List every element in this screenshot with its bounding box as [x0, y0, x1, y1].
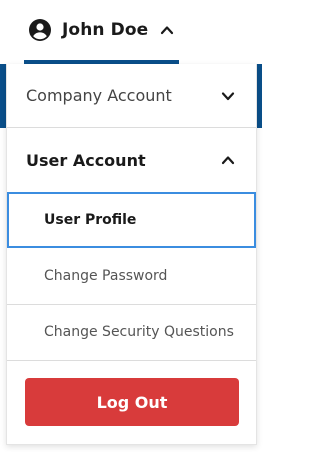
- menu-item-label: User Profile: [44, 212, 137, 228]
- user-account-label: User Account: [26, 150, 146, 170]
- menu-item-change-password[interactable]: Change Password: [7, 248, 256, 305]
- account-circle-icon: [29, 19, 51, 41]
- menu-item-label: Change Security Questions: [44, 324, 234, 340]
- menu-item-user-profile[interactable]: User Profile: [7, 192, 256, 248]
- chevron-up-icon: [161, 26, 174, 35]
- company-account-header[interactable]: Company Account: [7, 64, 256, 128]
- menu-item-change-security-questions[interactable]: Change Security Questions: [7, 304, 256, 361]
- account-menu-toggle[interactable]: John Doe: [24, 0, 179, 64]
- user-account-header[interactable]: User Account: [7, 128, 256, 192]
- account-dropdown: Company Account User Account User Profil…: [6, 64, 257, 445]
- chevron-down-icon: [221, 91, 235, 100]
- company-account-label: Company Account: [26, 86, 172, 105]
- user-name: John Doe: [62, 20, 149, 40]
- chevron-up-icon: [221, 156, 235, 165]
- logout-button[interactable]: Log Out: [25, 378, 239, 426]
- menu-item-label: Change Password: [44, 268, 168, 284]
